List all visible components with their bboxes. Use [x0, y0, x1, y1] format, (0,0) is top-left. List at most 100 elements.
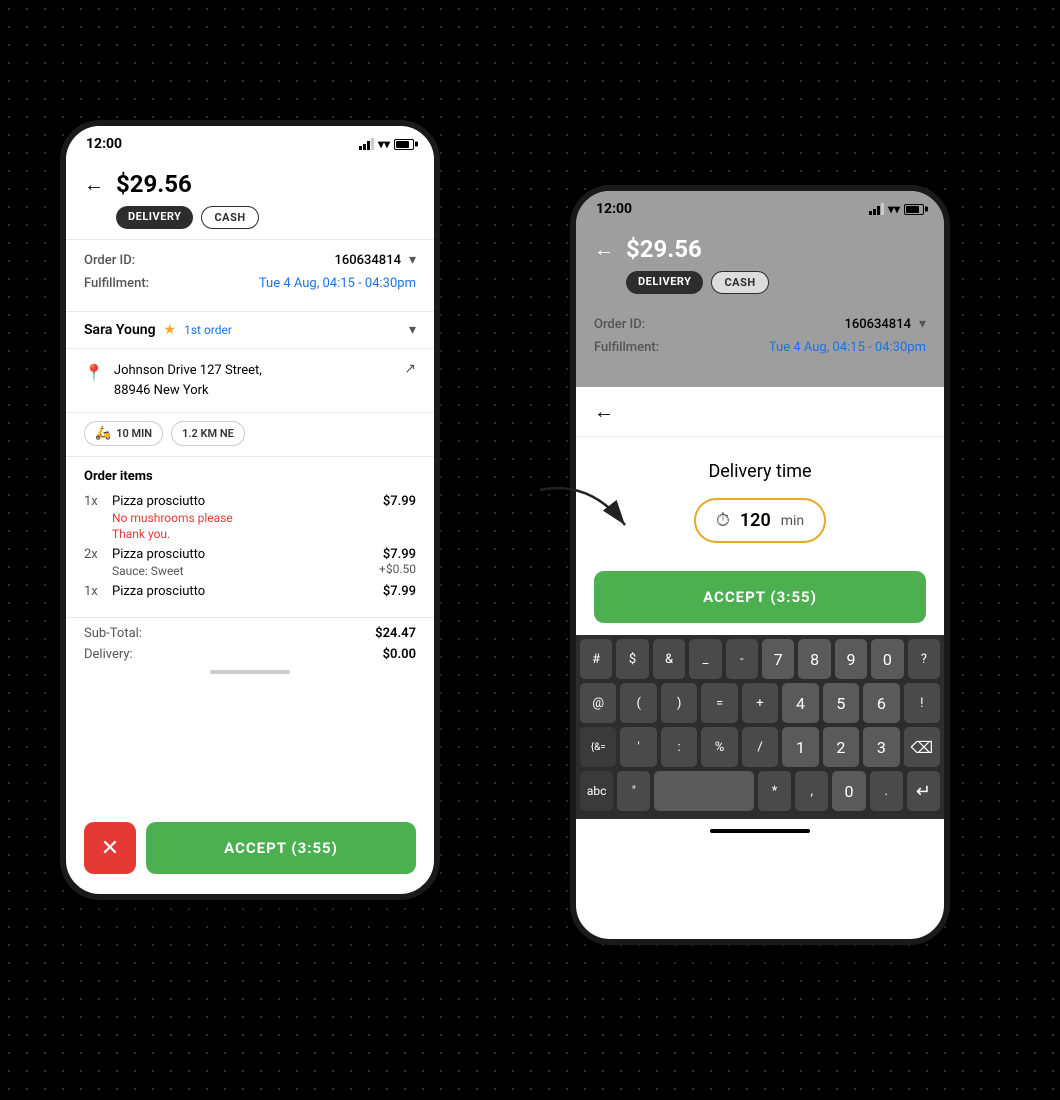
item3-price: $7.99: [383, 584, 416, 599]
wifi-icon: ▾▾: [378, 137, 390, 151]
key-comma[interactable]: ,: [795, 771, 828, 811]
battery-icon: [394, 139, 414, 150]
key-ampersand[interactable]: &: [653, 639, 685, 679]
pin-icon: 📍: [84, 363, 104, 382]
star-icon: ★: [164, 322, 177, 338]
left-status-icons: ▾▾: [359, 137, 414, 151]
order-id-label: Order ID:: [84, 253, 135, 268]
time-unit: min: [781, 513, 804, 529]
key-equals[interactable]: =: [701, 683, 737, 723]
key-at[interactable]: @: [580, 683, 616, 723]
distance-tag: 1.2 KM NE: [182, 427, 234, 440]
right-back-button[interactable]: ←: [594, 237, 614, 262]
delivery-row: Delivery: $0.00: [66, 645, 434, 664]
key-backspace[interactable]: ⌫: [904, 727, 940, 767]
fulfillment-value: Tue 4 Aug, 04:15 - 04:30pm: [259, 276, 416, 291]
key-doublequote[interactable]: ": [617, 771, 650, 811]
order-item-1: 1x Pizza prosciutto No mushrooms please …: [84, 494, 416, 541]
key-symbols-switch[interactable]: {&=: [580, 727, 616, 767]
right-accept-label: ACCEPT (3:55): [703, 588, 817, 606]
left-accept-button[interactable]: ACCEPT (3:55): [146, 822, 416, 874]
right-battery-icon: [904, 204, 924, 215]
item2-name: Pizza prosciutto: [112, 547, 205, 562]
reject-button[interactable]: ✕: [84, 822, 136, 874]
key-slash[interactable]: /: [742, 727, 778, 767]
key-1[interactable]: 1: [782, 727, 818, 767]
right-order-id-label: Order ID:: [594, 317, 645, 332]
arrow-annotation: [530, 470, 640, 554]
right-order-header: ← $29.56 DELIVERY CASH: [576, 223, 944, 304]
key-period[interactable]: .: [870, 771, 903, 811]
key-exclaim[interactable]: !: [904, 683, 940, 723]
right-order-id-chevron[interactable]: ▾: [919, 316, 926, 332]
keyboard-row-3: {&= ' : % / 1 2 3 ⌫: [580, 727, 940, 767]
item1-name: Pizza prosciutto: [112, 494, 233, 509]
right-accept-button[interactable]: ACCEPT (3:55): [594, 571, 926, 623]
key-abc-switch[interactable]: abc: [580, 771, 613, 811]
right-sub-back-button[interactable]: ←: [594, 399, 614, 424]
left-order-amount: $29.56: [116, 170, 192, 198]
left-cash-tag: CASH: [201, 206, 258, 229]
key-dollar[interactable]: $: [616, 639, 648, 679]
moto-icon: 🛵: [95, 426, 111, 441]
key-6[interactable]: 6: [863, 683, 899, 723]
key-percent[interactable]: %: [701, 727, 737, 767]
key-0-top[interactable]: 0: [871, 639, 903, 679]
delivery-value: $0.00: [383, 647, 416, 662]
left-back-button[interactable]: ←: [84, 172, 104, 197]
left-order-header: ← $29.56 DELIVERY CASH: [66, 158, 434, 239]
key-return[interactable]: ↵: [907, 771, 940, 811]
key-space[interactable]: [654, 771, 754, 811]
distance-tags: 🛵 10 MIN 1.2 KM NE: [66, 413, 434, 457]
left-order-details: Order ID: 160634814 ▾ Fulfillment: Tue 4…: [66, 240, 434, 311]
right-wifi-icon: ▾▾: [888, 202, 900, 216]
fulfillment-label: Fulfillment:: [84, 276, 149, 291]
key-4[interactable]: 4: [782, 683, 818, 723]
time-tag: 10 MIN: [116, 427, 152, 440]
item1-note: No mushrooms please: [112, 511, 233, 525]
key-quote[interactable]: ': [620, 727, 656, 767]
right-gray-header: 12:00 ▾▾ ← $29.56 DELIV: [576, 191, 944, 387]
time-input-box[interactable]: ⏱ 120 min: [694, 498, 826, 543]
customer-chevron[interactable]: ▾: [409, 322, 416, 338]
delivery-label: Delivery:: [84, 647, 133, 662]
key-5[interactable]: 5: [823, 683, 859, 723]
item1-note2: Thank you.: [112, 527, 233, 541]
key-0-bottom[interactable]: 0: [832, 771, 865, 811]
key-colon[interactable]: :: [661, 727, 697, 767]
item2-qty: 2x: [84, 547, 104, 562]
key-underscore[interactable]: _: [689, 639, 721, 679]
key-9[interactable]: 9: [835, 639, 867, 679]
key-asterisk[interactable]: *: [758, 771, 791, 811]
key-3[interactable]: 3: [863, 727, 899, 767]
order-item-3: 1x Pizza prosciutto $7.99: [84, 584, 416, 599]
order-id-chevron[interactable]: ▾: [409, 252, 416, 268]
timer-icon: ⏱: [716, 510, 730, 531]
customer-row[interactable]: Sara Young ★ 1st order ▾: [66, 311, 434, 349]
key-plus[interactable]: +: [742, 683, 778, 723]
right-cash-tag: CASH: [711, 271, 768, 294]
item1-price: $7.99: [383, 494, 416, 509]
key-dash[interactable]: -: [726, 639, 758, 679]
key-openparen[interactable]: (: [620, 683, 656, 723]
right-signal-icon: [869, 203, 884, 215]
left-delivery-tag: DELIVERY: [116, 206, 193, 229]
key-closeparen[interactable]: ): [661, 683, 697, 723]
left-phone: 12:00 ▾▾ ← $29.56 DELIVERY CASH: [60, 120, 440, 900]
right-time: 12:00: [596, 201, 632, 217]
key-8[interactable]: 8: [798, 639, 830, 679]
home-indicator: [710, 829, 810, 833]
subtotal-row: Sub-Total: $24.47: [66, 617, 434, 645]
order-item-2: 2x Pizza prosciutto Sauce: Sweet $7.99 +…: [84, 547, 416, 578]
key-2[interactable]: 2: [823, 727, 859, 767]
key-7[interactable]: 7: [762, 639, 794, 679]
keyboard-row-1: # $ & _ - 7 8 9 0 ?: [580, 639, 940, 679]
address-line2: 88946 New York: [114, 381, 262, 401]
external-link-icon[interactable]: ↗: [404, 361, 416, 377]
right-order-id-value: 160634814: [844, 317, 911, 332]
signal-icon: [359, 138, 374, 150]
key-question[interactable]: ?: [908, 639, 940, 679]
key-hash[interactable]: #: [580, 639, 612, 679]
order-items-title: Order items: [84, 469, 416, 484]
left-status-bar: 12:00 ▾▾: [66, 126, 434, 158]
